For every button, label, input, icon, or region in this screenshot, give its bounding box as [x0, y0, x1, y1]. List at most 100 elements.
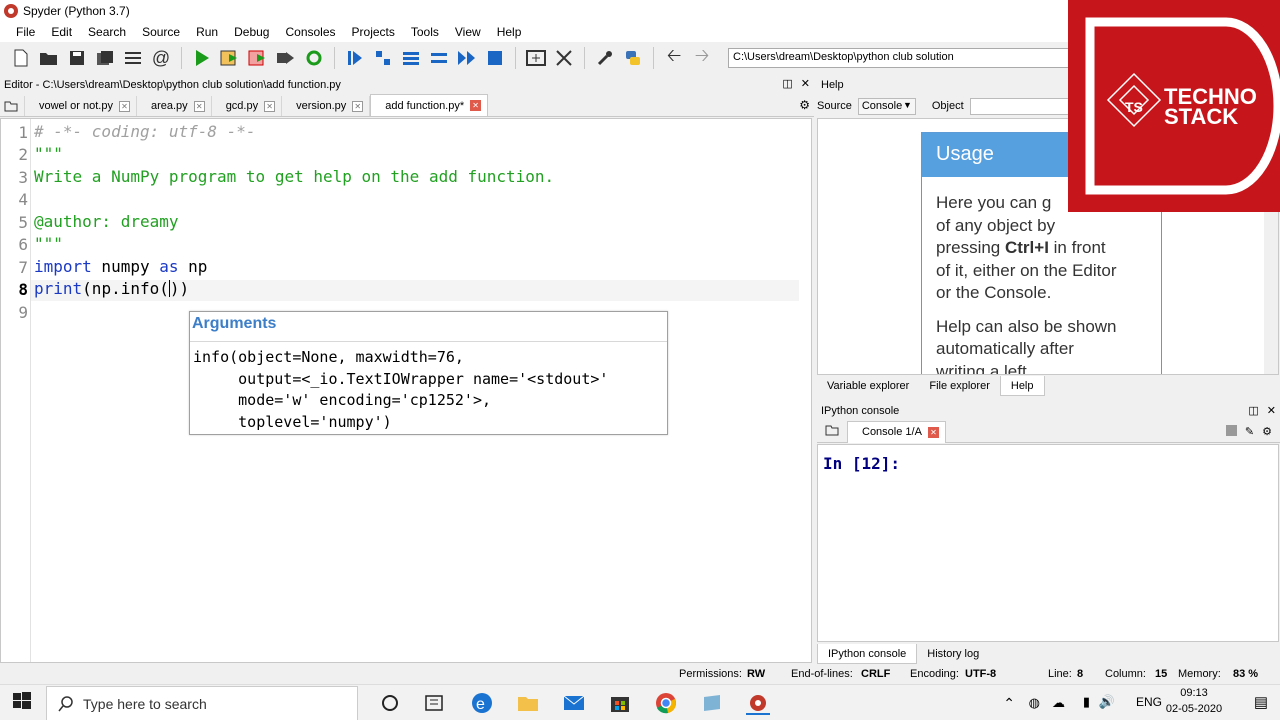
- rerun-icon[interactable]: [303, 47, 325, 69]
- back-arrow-icon[interactable]: 🡠: [663, 45, 685, 69]
- toolbar-separator: [584, 47, 585, 69]
- menu-file[interactable]: File: [8, 25, 43, 39]
- menu-view[interactable]: View: [447, 25, 489, 39]
- file-explorer-icon[interactable]: [516, 691, 540, 715]
- clock-time[interactable]: 09:13: [1164, 687, 1224, 699]
- continue-icon[interactable]: [456, 47, 478, 69]
- outline-icon[interactable]: [122, 47, 144, 69]
- step-into-icon[interactable]: [400, 47, 422, 69]
- step-return-icon[interactable]: [428, 47, 450, 69]
- shortcut-text: Ctrl+I: [1004, 238, 1049, 257]
- menu-projects[interactable]: Projects: [344, 25, 403, 39]
- tab-history-log[interactable]: History log: [917, 644, 989, 664]
- chevron-up-icon[interactable]: ⌃: [1003, 695, 1015, 712]
- calltip-popup: Arguments info(object=None, maxwidth=76,…: [189, 311, 668, 435]
- ipython-console[interactable]: In [12]:: [817, 444, 1279, 642]
- menu-help[interactable]: Help: [489, 25, 530, 39]
- fullscreen-icon[interactable]: [553, 47, 575, 69]
- python-path-icon[interactable]: [622, 47, 644, 69]
- tab-area[interactable]: area.py ✕: [137, 96, 212, 116]
- browse-tabs-icon[interactable]: [0, 96, 25, 116]
- debug-icon[interactable]: [344, 47, 366, 69]
- tab-help[interactable]: Help: [999, 376, 1045, 396]
- browse-tabs-icon[interactable]: [817, 424, 847, 439]
- open-file-icon[interactable]: [38, 47, 60, 69]
- maximize-pane-icon[interactable]: [525, 47, 547, 69]
- close-tab-icon[interactable]: ✕: [927, 426, 939, 438]
- editor-options-gear-icon[interactable]: ⚙: [799, 98, 810, 112]
- close-tab-icon[interactable]: ✕: [352, 100, 364, 112]
- new-file-icon[interactable]: [10, 47, 32, 69]
- volume-icon[interactable]: 🔊: [1099, 694, 1115, 710]
- close-pane-icon[interactable]: ✕: [1267, 404, 1276, 417]
- usage-line: Help can also be shown: [936, 316, 1117, 336]
- console-tabs: Console 1/A ✕ ✎ ⚙: [817, 420, 1280, 443]
- tab-ipython-console[interactable]: IPython console: [817, 644, 918, 664]
- cloud-icon[interactable]: ☁: [1052, 695, 1065, 711]
- network-icon[interactable]: ◍: [1029, 695, 1040, 711]
- tab-version[interactable]: version.py ✕: [282, 96, 371, 116]
- run-cell-advance-icon[interactable]: [247, 47, 269, 69]
- cortana-icon[interactable]: [378, 691, 402, 715]
- menu-run[interactable]: Run: [188, 25, 226, 39]
- menu-consoles[interactable]: Consoles: [277, 25, 343, 39]
- encoding-value: UTF-8: [965, 668, 997, 680]
- tab-variable-explorer[interactable]: Variable explorer: [817, 376, 919, 396]
- close-pane-icon[interactable]: ✕: [801, 77, 810, 90]
- language-indicator[interactable]: ENG: [1136, 695, 1162, 709]
- windows-start-icon[interactable]: [12, 691, 36, 715]
- chrome-icon[interactable]: [654, 691, 678, 715]
- tab-add-function[interactable]: add function.py* ✕: [370, 94, 489, 116]
- battery-icon[interactable]: ▮: [1083, 694, 1090, 710]
- close-tab-icon[interactable]: ✕: [470, 100, 482, 111]
- status-bar: Permissions: RW End-of-lines: CRLF Encod…: [0, 664, 1280, 684]
- working-directory-input[interactable]: C:\Users\dream\Desktop\python club solut…: [728, 48, 1073, 68]
- python-app-icon[interactable]: [700, 691, 724, 715]
- close-tab-icon[interactable]: ✕: [193, 100, 205, 112]
- calltip-divider: [190, 341, 667, 342]
- save-all-icon[interactable]: [94, 47, 116, 69]
- console-options-gear-icon[interactable]: ⚙: [1262, 425, 1272, 438]
- line-number: 2: [18, 145, 28, 164]
- calltip-title: Arguments: [192, 315, 277, 332]
- clear-console-icon[interactable]: ✎: [1245, 425, 1254, 438]
- menu-source[interactable]: Source: [134, 25, 188, 39]
- mail-icon[interactable]: [562, 691, 586, 715]
- tab-gcd[interactable]: gcd.py ✕: [212, 96, 283, 116]
- menu-search[interactable]: Search: [80, 25, 134, 39]
- tab-label: add function.py*: [385, 99, 465, 112]
- menu-tools[interactable]: Tools: [403, 25, 447, 39]
- forward-arrow-icon[interactable]: 🡢: [691, 45, 713, 69]
- notifications-icon[interactable]: ▤: [1254, 693, 1268, 711]
- run-icon[interactable]: [191, 47, 213, 69]
- step-icon[interactable]: [372, 47, 394, 69]
- edge-browser-icon[interactable]: e: [470, 691, 494, 715]
- save-icon[interactable]: [66, 47, 88, 69]
- run-selection-icon[interactable]: [275, 47, 297, 69]
- task-view-icon[interactable]: [422, 691, 446, 715]
- preferences-wrench-icon[interactable]: [594, 47, 616, 69]
- stop-icon[interactable]: [1225, 425, 1237, 436]
- undock-icon[interactable]: ◫: [1248, 404, 1258, 417]
- tab-vowel-or-not[interactable]: vowel or not.py ✕: [25, 96, 137, 116]
- run-cell-icon[interactable]: [219, 47, 241, 69]
- at-icon[interactable]: @: [150, 47, 172, 69]
- store-icon[interactable]: [608, 691, 632, 715]
- tab-console-1a[interactable]: Console 1/A ✕: [847, 420, 946, 443]
- console-toolbar: ✎ ⚙: [1225, 425, 1272, 438]
- undock-icon[interactable]: ◫: [782, 77, 792, 90]
- clock-date[interactable]: 02-05-2020: [1162, 703, 1226, 715]
- search-placeholder: Type here to search: [83, 695, 207, 712]
- eol-label: End-of-lines:: [791, 668, 853, 680]
- stop-debug-icon[interactable]: [484, 47, 506, 69]
- taskbar-search-input[interactable]: Type here to search: [46, 686, 358, 720]
- editor-pane-header: Editor - C:\Users\dream\Desktop\python c…: [0, 76, 814, 94]
- close-tab-icon[interactable]: ✕: [264, 100, 276, 112]
- tab-file-explorer[interactable]: File explorer: [919, 376, 1000, 396]
- usage-fragment: in front: [1048, 238, 1106, 257]
- menu-edit[interactable]: Edit: [43, 25, 80, 39]
- close-tab-icon[interactable]: ✕: [118, 100, 130, 112]
- source-select[interactable]: Console ▼: [857, 97, 916, 115]
- spyder-taskbar-icon[interactable]: [746, 691, 770, 715]
- menu-debug[interactable]: Debug: [226, 25, 277, 39]
